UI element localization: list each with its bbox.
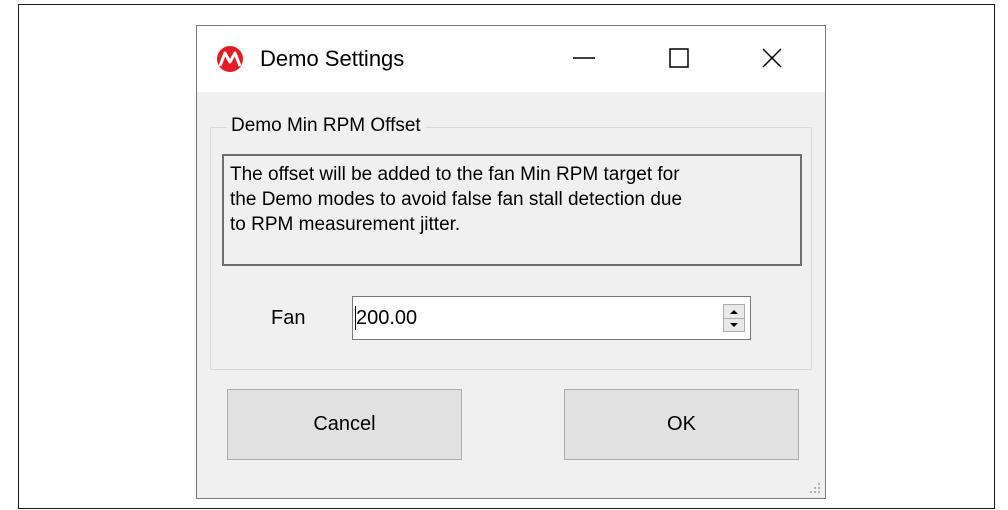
minimize-icon: [573, 57, 595, 59]
spin-down-button[interactable]: [724, 318, 744, 331]
spin-buttons: [723, 304, 745, 332]
demo-settings-dialog: Demo Settings Demo Min RPM Offset The of…: [196, 25, 826, 499]
fan-offset-stepper[interactable]: 200.00: [352, 296, 751, 340]
window-title: Demo Settings: [260, 46, 405, 71]
title-bar[interactable]: Demo Settings: [197, 26, 825, 92]
resize-grip-icon[interactable]: [808, 481, 822, 495]
close-icon: [762, 48, 782, 68]
groupbox-title: Demo Min RPM Offset: [227, 113, 425, 139]
description-line: The offset will be added to the fan Min …: [230, 164, 680, 185]
close-button[interactable]: [742, 38, 802, 78]
maximize-button[interactable]: [649, 38, 709, 78]
cancel-button[interactable]: Cancel: [227, 389, 462, 460]
ok-button[interactable]: OK: [564, 389, 799, 460]
spin-up-button[interactable]: [724, 305, 744, 319]
microchip-logo-icon: [217, 46, 243, 72]
description-line: to RPM measurement jitter.: [230, 214, 461, 235]
fan-label: Fan: [271, 307, 306, 329]
arrow-down-icon: [730, 322, 738, 327]
description-line: the Demo modes to avoid false fan stall …: [230, 189, 683, 210]
description-textbox: The offset will be added to the fan Min …: [222, 154, 802, 266]
maximize-icon: [669, 48, 689, 68]
arrow-up-icon: [730, 309, 738, 314]
minimize-button[interactable]: [554, 38, 614, 78]
fan-offset-value[interactable]: 200.00: [356, 305, 417, 331]
